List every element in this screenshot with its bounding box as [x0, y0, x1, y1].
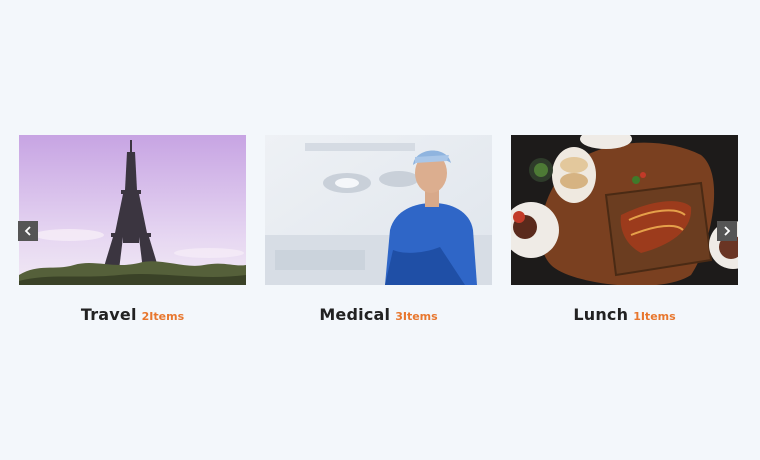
chevron-right-icon — [723, 226, 731, 236]
category-card-travel[interactable]: Travel 2Items — [19, 135, 246, 325]
item-count: 3Items — [395, 310, 438, 323]
item-count: 2Items — [141, 310, 185, 323]
carousel-prev-button[interactable] — [18, 221, 38, 241]
carousel-next-button[interactable] — [717, 221, 737, 241]
category-name[interactable]: Lunch — [573, 305, 628, 324]
category-name[interactable]: Travel — [81, 305, 137, 324]
item-count: 1Items — [633, 310, 676, 323]
category-name[interactable]: Medical — [319, 305, 390, 324]
category-card-medical[interactable]: Medical 3Items — [265, 135, 492, 325]
travel-image[interactable] — [19, 135, 246, 285]
lunch-image[interactable] — [511, 135, 738, 285]
category-carousel: Travel 2Items Medical 3Items Lunch 1Item… — [0, 0, 760, 460]
medical-image[interactable] — [265, 135, 492, 285]
category-card-lunch[interactable]: Lunch 1Items — [511, 135, 738, 325]
chevron-left-icon — [24, 226, 32, 236]
